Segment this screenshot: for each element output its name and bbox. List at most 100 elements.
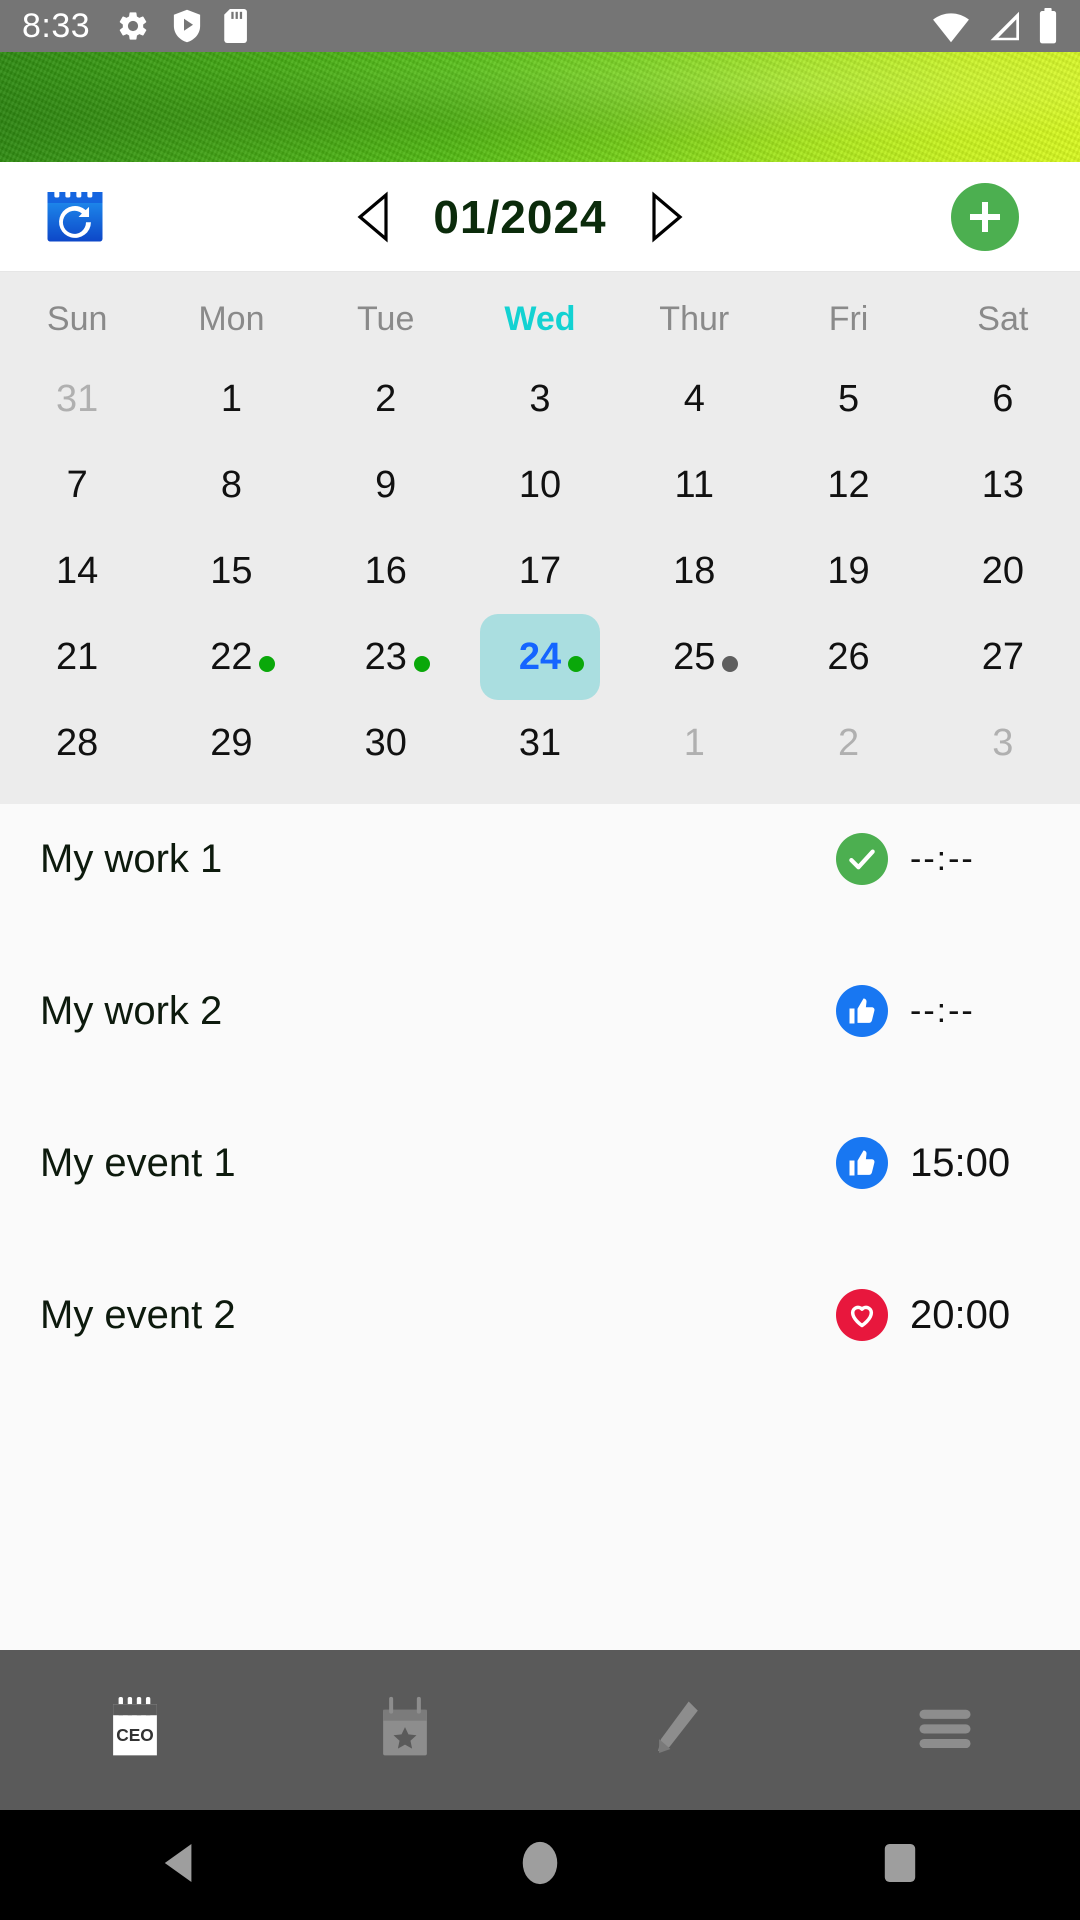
calendar-week-row: 28 29 30 31 1 2 3	[0, 700, 1080, 786]
day-cell[interactable]: 16	[309, 528, 463, 614]
thumbs-up-icon[interactable]	[836, 985, 888, 1037]
day-cell[interactable]: 11	[617, 442, 771, 528]
event-dot	[259, 656, 276, 672]
weekday-mon: Mon	[198, 299, 265, 338]
home-button[interactable]	[360, 1840, 720, 1891]
event-time: --:--	[910, 839, 975, 878]
status-bar-right-icons	[932, 8, 1058, 44]
day-cell[interactable]: 2	[309, 356, 463, 442]
plus-icon	[970, 201, 1000, 232]
calendar-toolbar: 01/2024	[0, 162, 1080, 272]
weekday-thur: Thur	[659, 299, 730, 338]
recents-square-icon	[881, 1840, 919, 1891]
sidebar-item-menu[interactable]	[810, 1702, 1080, 1759]
day-cell-selected[interactable]: 24	[463, 614, 617, 700]
day-cell[interactable]: 20	[926, 528, 1080, 614]
sidebar-item-star-calendar[interactable]	[270, 1695, 540, 1766]
day-cell[interactable]: 3	[926, 700, 1080, 786]
today-button[interactable]	[0, 181, 150, 252]
thumbs-up-icon[interactable]	[836, 1137, 888, 1189]
day-cell[interactable]: 6	[926, 356, 1080, 442]
pencil-icon	[644, 1695, 706, 1766]
status-bar-left-icons	[116, 9, 250, 43]
day-cell[interactable]: 9	[309, 442, 463, 528]
day-cell[interactable]: 28	[0, 700, 154, 786]
status-bar: 8:33	[0, 0, 1080, 52]
back-triangle-icon	[161, 1842, 199, 1889]
day-cell[interactable]: 5	[771, 356, 925, 442]
day-cell[interactable]: 8	[154, 442, 308, 528]
day-cell[interactable]: 18	[617, 528, 771, 614]
weekday-fri: Fri	[828, 299, 869, 338]
status-bar-clock: 8:33	[22, 6, 91, 45]
weekday-wed: Wed	[504, 299, 576, 338]
day-cell[interactable]: 2	[771, 700, 925, 786]
calendar-week-row: 14 15 16 17 18 19 20	[0, 528, 1080, 614]
home-circle-icon	[520, 1840, 560, 1891]
day-cell[interactable]: 31	[0, 356, 154, 442]
calendar-week-row: 21 22 23 24 25 26 27	[0, 614, 1080, 700]
day-cell[interactable]: 29	[154, 700, 308, 786]
list-item[interactable]: My work 1 --:--	[0, 804, 1080, 914]
check-circle-icon[interactable]	[836, 833, 888, 885]
phone-screen: 8:33 01/2024 Sun Mon Tue Wed Thur Fri Sa…	[0, 0, 1080, 1920]
day-cell[interactable]: 10	[463, 442, 617, 528]
sd-card-icon	[224, 9, 250, 43]
sidebar-item-edit[interactable]	[540, 1695, 810, 1766]
day-cell[interactable]: 15	[154, 528, 308, 614]
day-cell[interactable]: 12	[771, 442, 925, 528]
play-protect-icon	[172, 9, 202, 43]
weekday-tue: Tue	[357, 299, 415, 338]
day-cell[interactable]: 27	[926, 614, 1080, 700]
day-cell[interactable]: 21	[0, 614, 154, 700]
day-cell[interactable]: 23	[309, 614, 463, 700]
gear-icon	[116, 9, 150, 43]
day-cell[interactable]: 26	[771, 614, 925, 700]
day-cell[interactable]: 1	[154, 356, 308, 442]
event-dot	[722, 656, 739, 672]
day-cell[interactable]: 4	[617, 356, 771, 442]
day-cell[interactable]: 22	[154, 614, 308, 700]
weekday-sat: Sat	[977, 299, 1029, 338]
event-time: 20:00	[910, 1292, 1011, 1337]
prev-month-button[interactable]	[351, 189, 397, 245]
next-month-button[interactable]	[643, 189, 689, 245]
cellular-signal-icon	[986, 9, 1022, 43]
recents-button[interactable]	[720, 1840, 1080, 1891]
calendar-grid: Sun Mon Tue Wed Thur Fri Sat 31 1 2 3 4 …	[0, 272, 1080, 804]
sidebar-item-ceo-calendar[interactable]: CEO	[0, 1695, 270, 1766]
event-dot	[567, 656, 584, 672]
event-title: My work 1	[40, 836, 223, 881]
hamburger-menu-icon	[914, 1702, 976, 1759]
list-item[interactable]: My work 2 --:--	[0, 956, 1080, 1066]
weekday-header-row: Sun Mon Tue Wed Thur Fri Sat	[0, 282, 1080, 356]
day-cell[interactable]: 19	[771, 528, 925, 614]
today-calendar-icon	[42, 181, 108, 252]
day-cell[interactable]: 17	[463, 528, 617, 614]
calendar-ceo-icon: CEO	[104, 1695, 166, 1766]
event-time: --:--	[910, 991, 975, 1030]
day-cell[interactable]: 1	[617, 700, 771, 786]
system-navigation-bar	[0, 1810, 1080, 1920]
day-cell[interactable]: 13	[926, 442, 1080, 528]
event-title: My event 2	[40, 1292, 236, 1337]
add-event-button[interactable]	[951, 182, 1019, 251]
page-title: 01/2024	[433, 190, 607, 243]
day-cell[interactable]: 14	[0, 528, 154, 614]
calendar-star-icon	[374, 1695, 436, 1766]
day-cell[interactable]: 31	[463, 700, 617, 786]
day-cell[interactable]: 3	[463, 356, 617, 442]
back-button[interactable]	[0, 1842, 360, 1889]
heart-icon[interactable]	[836, 1289, 888, 1341]
day-cell[interactable]: 30	[309, 700, 463, 786]
calendar-week-row: 7 8 9 10 11 12 13	[0, 442, 1080, 528]
bottom-navigation-bar: CEO	[0, 1650, 1080, 1810]
day-cell[interactable]: 7	[0, 442, 154, 528]
event-title: My work 2	[40, 988, 223, 1033]
list-item[interactable]: My event 2 20:00	[0, 1260, 1080, 1370]
day-cell[interactable]: 25	[617, 614, 771, 700]
event-title: My event 1	[40, 1140, 236, 1185]
battery-icon	[1038, 8, 1058, 44]
list-item[interactable]: My event 1 15:00	[0, 1108, 1080, 1218]
event-dot	[413, 656, 430, 672]
